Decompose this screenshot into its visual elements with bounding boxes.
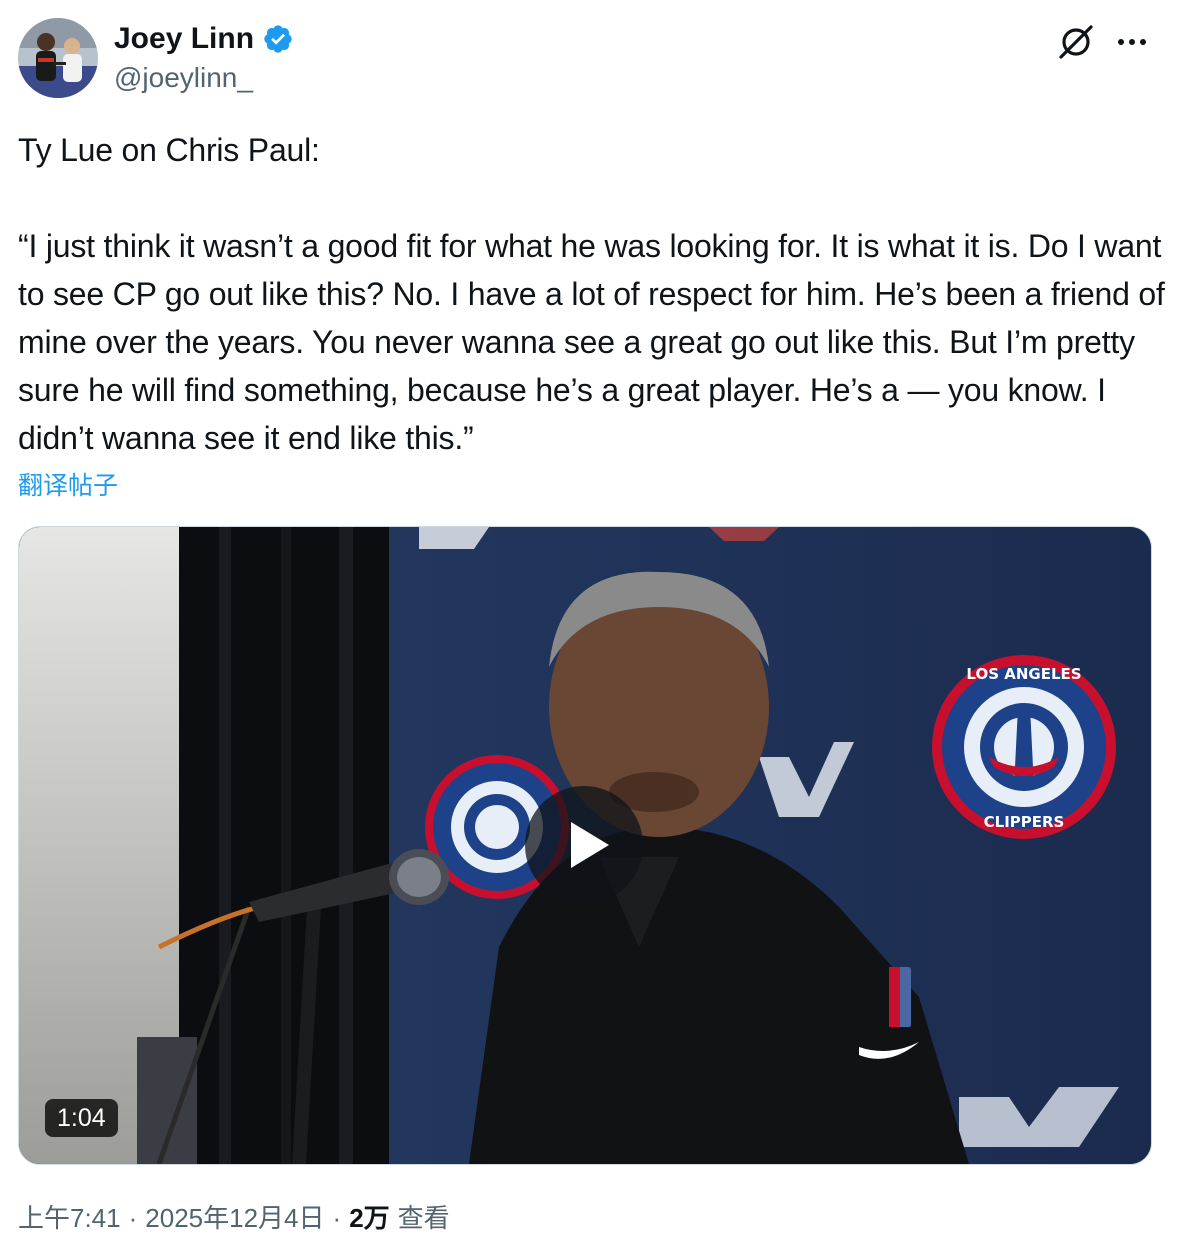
play-button[interactable] (525, 786, 643, 904)
views-label[interactable]: 查看 (398, 1200, 450, 1236)
tweet-card: Joey Linn @joeylinn_ Ty Lue on Chris Pau… (0, 0, 1186, 1256)
video-player[interactable]: LOS ANGELES CLIPPERS 1:04 (18, 526, 1152, 1165)
more-dots-icon[interactable] (1112, 24, 1152, 60)
verified-badge-icon (264, 25, 292, 53)
translate-post-link[interactable]: 翻译帖子 (18, 470, 118, 502)
tweet-text: Ty Lue on Chris Paul: “I just think it w… (18, 132, 1165, 456)
avatar[interactable] (18, 18, 98, 98)
meta-separator: · (332, 1203, 342, 1233)
meta-separator: · (128, 1203, 138, 1233)
tweet-date[interactable]: 2025年12月4日 (145, 1200, 324, 1236)
tweet-time[interactable]: 上午7:41 (18, 1200, 121, 1236)
views-count[interactable]: 2万 (349, 1200, 389, 1236)
play-icon (571, 822, 609, 868)
author-name-text[interactable]: Joey Linn (114, 20, 254, 58)
tweet-meta: 上午7:41 · 2025年12月4日 · 2万 查看 (18, 1200, 450, 1236)
video-duration-badge: 1:04 (45, 1099, 118, 1137)
author-display-name[interactable]: Joey Linn (114, 20, 294, 58)
logo-top-text: LOS ANGELES (966, 665, 1081, 683)
author-handle[interactable]: @joeylinn_ (114, 60, 253, 96)
grok-icon[interactable] (1056, 22, 1096, 62)
logo-bottom-text: CLIPPERS (984, 813, 1065, 831)
